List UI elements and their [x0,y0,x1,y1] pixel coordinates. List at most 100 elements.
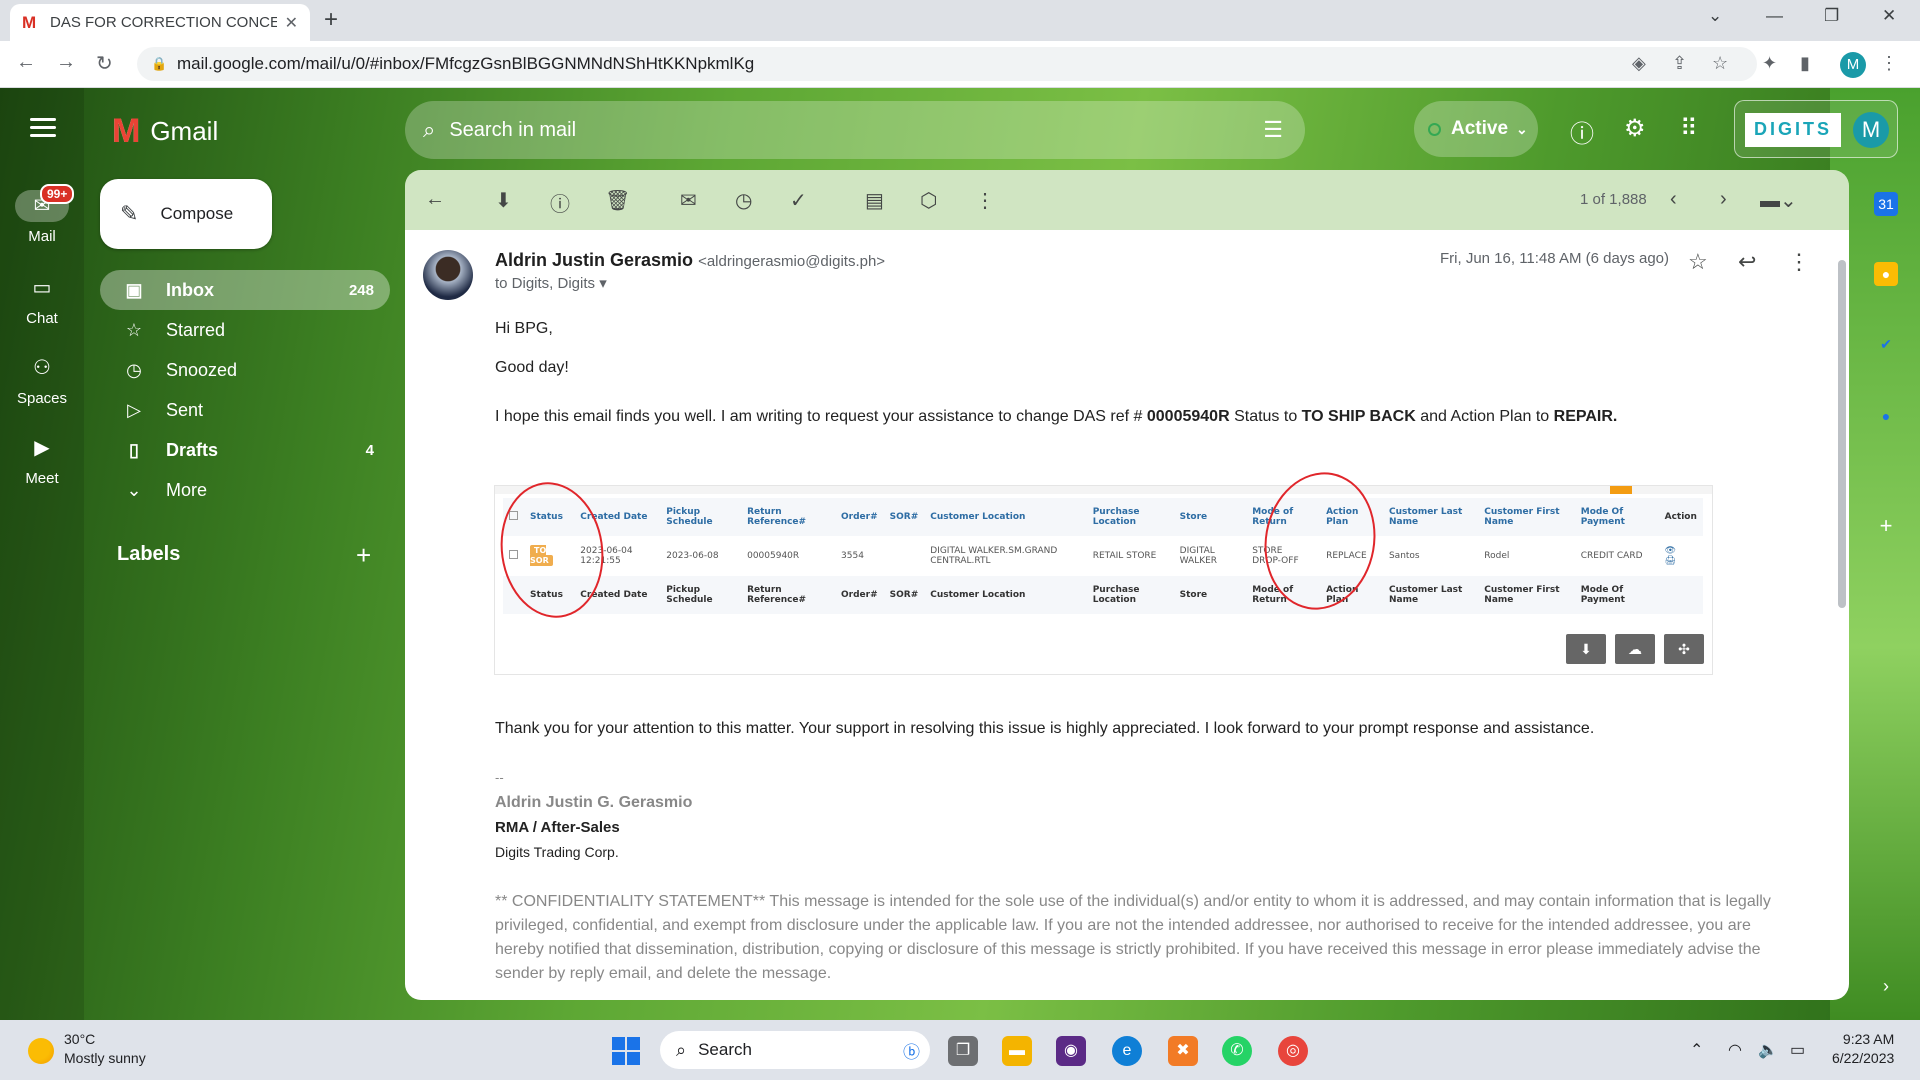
weather-widget[interactable]: 30°C Mostly sunny [64,1030,146,1068]
add-task-icon[interactable]: ✓ [790,188,807,213]
scrollbar[interactable] [1836,260,1846,1000]
volume-icon[interactable]: 🔈 [1758,1040,1778,1060]
maximize-icon[interactable]: ❐ [1824,6,1839,26]
row-order: 3554 [841,551,864,561]
taskbar-clock[interactable]: 9:23 AM 6/22/2023 [1832,1030,1894,1068]
back-icon[interactable]: ← [16,51,36,74]
share-icon[interactable]: ⇪ [1672,53,1687,74]
download-icon[interactable]: ⬇ [1566,634,1606,664]
reload-icon[interactable]: ↻ [96,51,113,76]
archive-icon[interactable]: ⬇ [495,188,512,213]
cloud-upload-icon[interactable]: ☁ [1615,634,1655,664]
minimize-icon[interactable]: — [1766,6,1783,26]
search-input[interactable]: Search in mail [449,119,576,142]
search-options-icon[interactable]: ☰ [1263,117,1283,143]
bing-icon[interactable]: ⓑ [903,1038,920,1063]
browser-tab[interactable]: DAS FOR CORRECTION CONCER ✕ [10,4,310,41]
more-options-icon[interactable]: ⋮ [1788,249,1810,275]
rail-meet[interactable]: ▶ Meet [0,432,84,487]
xampp-icon[interactable]: ✖ [1168,1036,1198,1066]
tray-chevron-up-icon[interactable]: ⌃ [1690,1040,1703,1060]
sun-icon[interactable] [28,1038,54,1064]
close-window-icon[interactable]: ✕ [1882,6,1896,26]
keep-icon[interactable]: ● [1874,262,1898,286]
search-bar[interactable]: ⌕ Search in mail ☰ [405,101,1305,159]
add-label-icon[interactable]: + [356,540,371,571]
account-avatar[interactable]: M [1853,112,1889,148]
nav-inbox[interactable]: ▣ Inbox 248 [100,270,390,310]
rail-mail[interactable]: ✉ 99+ Mail [0,184,84,245]
report-spam-icon[interactable]: ⓘ [550,188,570,217]
gmail-logo[interactable]: M Gmail [112,112,218,151]
settings-icon[interactable]: ✣ [1664,634,1704,664]
podcast-app-icon[interactable]: ◉ [1056,1036,1086,1066]
apps-grid-icon[interactable]: ⠿ [1680,114,1698,143]
sender-avatar[interactable] [423,250,473,300]
clock-icon: ◷ [126,359,142,380]
chrome-icon[interactable]: ◎ [1278,1036,1308,1066]
header-last-name: Customer Last Name [1388,507,1463,527]
chevron-down-icon[interactable]: ⌄ [1708,6,1722,26]
header-purchase-location: Purchase Location [1092,507,1140,527]
nav-more[interactable]: ⌄ More [100,470,390,510]
help-icon[interactable]: ⓘ [1570,114,1594,149]
nav-drafts[interactable]: ▯ Drafts 4 [100,430,390,470]
newer-icon[interactable]: ‹ [1670,188,1677,211]
kebab-menu-icon[interactable]: ⋮ [1880,53,1898,74]
search-icon[interactable]: ⌕ [423,117,435,143]
expand-panel-icon[interactable]: › [1874,974,1898,998]
compose-button[interactable]: ✎ Compose [100,179,272,249]
back-to-inbox-icon[interactable]: ← [425,188,445,211]
reply-icon[interactable]: ↩ [1738,249,1756,275]
star-icon[interactable]: ☆ [1688,249,1708,275]
more-actions-icon[interactable]: ⋮ [975,188,995,213]
extensions-icon[interactable]: ✦ [1762,53,1777,74]
older-icon[interactable]: › [1720,188,1727,211]
status-selector[interactable]: Active ⌄ [1414,101,1538,157]
nav-sent[interactable]: ▷ Sent [100,390,390,430]
header-pickup: Pickup Schedule [666,507,713,527]
lock-icon: 🔒 [151,56,168,71]
windows-start-icon[interactable] [612,1037,640,1065]
calendar-icon[interactable]: 31 [1874,192,1898,216]
bookmark-star-icon[interactable]: ☆ [1712,53,1728,74]
browser-profile-avatar[interactable]: M [1840,52,1866,78]
battery-icon[interactable]: ▭ [1790,1040,1805,1060]
mark-unread-icon[interactable]: ✉ [680,188,697,213]
task-view-icon[interactable]: ❐ [948,1036,978,1066]
close-tab-icon[interactable]: ✕ [285,13,298,33]
label-icon[interactable]: ⬡ [920,188,937,213]
side-panel-icon[interactable]: ▮ [1800,53,1810,74]
taskbar-search[interactable]: ⌕ Search ⓑ [660,1031,930,1069]
add-addon-icon[interactable]: + [1874,514,1898,538]
contacts-icon[interactable]: ● [1874,404,1898,428]
wifi-icon[interactable]: ◠ [1728,1040,1742,1060]
caret-down-icon[interactable]: ▾ [599,275,607,292]
edge-icon[interactable]: e [1112,1036,1142,1066]
rail-spaces[interactable]: ⚇ Spaces [0,352,84,407]
gear-icon[interactable]: ⚙ [1624,114,1646,143]
account-switcher[interactable]: DIGITS M [1734,100,1898,158]
video-camera-icon: ▶ [34,437,50,459]
rail-chat[interactable]: ▭ Chat [0,272,84,327]
embedded-screenshot[interactable]: Status Created Date Pickup Schedule Retu… [492,463,1712,674]
das-ref: 00005940R [1146,408,1230,425]
recipients[interactable]: to Digits, Digits ▾ [495,274,607,292]
nav-snoozed[interactable]: ◷ Snoozed [100,350,390,390]
input-tools-icon[interactable]: ▬⌄ [1760,188,1797,213]
nav-starred[interactable]: ☆ Starred [100,310,390,350]
forward-icon[interactable]: → [56,51,76,74]
snooze-icon[interactable]: ◷ [735,188,752,213]
new-tab-icon[interactable]: + [324,6,338,34]
footer-store: Store [1179,590,1208,600]
main-menu-icon[interactable] [30,118,56,138]
sender-name[interactable]: Aldrin Justin Gerasmio [495,250,693,270]
eye-off-icon[interactable]: ◈ [1632,53,1646,74]
file-explorer-icon[interactable]: ▬ [1002,1036,1032,1066]
url-input[interactable]: 🔒 mail.google.com/mail/u/0/#inbox/FMfcgz… [137,47,1757,81]
delete-icon[interactable]: 🗑 [605,188,630,213]
confidentiality-statement: ** CONFIDENTIALITY STATEMENT** This mess… [495,893,1771,982]
tasks-icon[interactable]: ✔ [1874,332,1898,356]
move-to-icon[interactable]: ▤ [865,188,884,213]
whatsapp-icon[interactable]: ✆ [1222,1036,1252,1066]
